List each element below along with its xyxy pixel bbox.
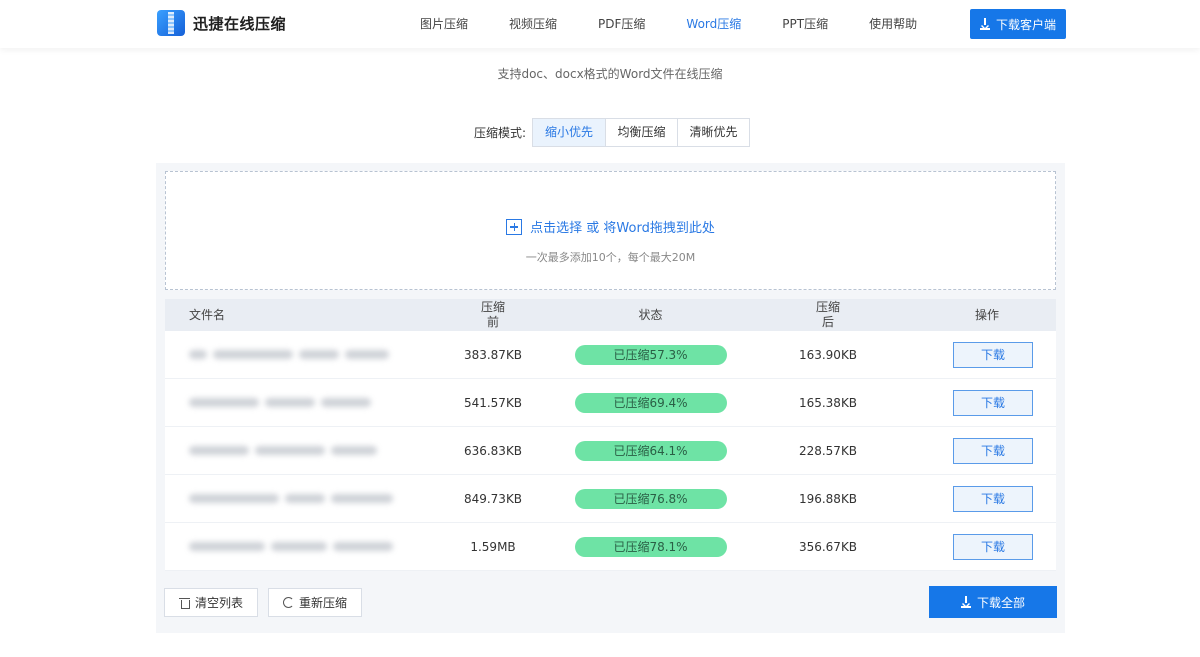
mode-smaller-first[interactable]: 缩小优先 <box>533 119 606 146</box>
size-after: 356.67KB <box>798 539 858 554</box>
nav-ppt-compress[interactable]: PPT压缩 <box>782 0 828 48</box>
list-actions: 清空列表 重新压缩 <box>164 588 363 617</box>
header-before-line2: 前 <box>486 315 499 329</box>
status-badge: 已压缩57.3% <box>574 344 727 365</box>
header-after-line1: 压缩 <box>815 300 840 314</box>
compress-panel: 点击选择 或 将Word拖拽到此处 一次最多添加10个，每个最大20M 文件名 … <box>156 163 1065 633</box>
table-row: 1.59MB 已压缩78.1% 356.67KB 下载 <box>165 523 1056 571</box>
status-badge: 已压缩64.1% <box>574 440 727 461</box>
action-cell: 下载 <box>918 341 1056 368</box>
file-dropzone[interactable]: 点击选择 或 将Word拖拽到此处 一次最多添加10个，每个最大20M <box>165 171 1056 290</box>
status-badge: 已压缩76.8% <box>574 488 727 509</box>
table-row: 636.83KB 已压缩64.1% 228.57KB 下载 <box>165 427 1056 475</box>
table-row: 383.87KB 已压缩57.3% 163.90KB 下载 <box>165 331 1056 379</box>
download-file-button[interactable]: 下载 <box>953 389 1033 416</box>
top-header: 迅捷在线压缩 图片压缩 视频压缩 PDF压缩 Word压缩 PPT压缩 使用帮助… <box>0 0 1200 48</box>
status-cell: 已压缩69.4% <box>563 392 738 413</box>
download-file-button[interactable]: 下载 <box>953 485 1033 512</box>
download-all-button[interactable]: 下载全部 <box>929 586 1057 618</box>
nav-image-compress[interactable]: 图片压缩 <box>420 0 468 48</box>
header-before-line1: 压缩 <box>480 300 505 314</box>
page-subtitle: 支持doc、docx格式的Word文件在线压缩 <box>497 67 723 81</box>
header-filename: 文件名 <box>189 307 226 322</box>
action-cell: 下载 <box>918 389 1056 416</box>
size-before: 1.59MB <box>470 539 516 554</box>
logo[interactable]: 迅捷在线压缩 <box>157 10 286 36</box>
header-after-line2: 后 <box>821 315 834 329</box>
mode-balanced[interactable]: 均衡压缩 <box>605 119 678 146</box>
dropzone-prompt[interactable]: 点击选择 或 将Word拖拽到此处 <box>166 217 1055 236</box>
filename-blurred <box>165 446 423 455</box>
mode-clarity-first[interactable]: 清晰优先 <box>677 119 750 146</box>
dropzone-main-text: 点击选择 或 将Word拖拽到此处 <box>530 221 715 236</box>
download-all-label: 下载全部 <box>976 595 1025 610</box>
filename-blurred <box>165 350 423 359</box>
status-badge: 已压缩78.1% <box>574 536 727 557</box>
size-after: 163.90KB <box>798 347 858 362</box>
header-action: 操作 <box>974 307 999 322</box>
nav-help[interactable]: 使用帮助 <box>869 0 917 48</box>
header-after: 压缩 后 <box>738 300 918 330</box>
download-file-button[interactable]: 下载 <box>953 533 1033 560</box>
status-badge: 已压缩69.4% <box>574 392 727 413</box>
action-cell: 下载 <box>918 485 1056 512</box>
nav-pdf-compress[interactable]: PDF压缩 <box>598 0 645 48</box>
size-before: 636.83KB <box>463 443 523 458</box>
download-client-label: 下载客户端 <box>995 17 1056 32</box>
download-client-button[interactable]: 下载客户端 <box>970 9 1066 39</box>
mode-options: 缩小优先 均衡压缩 清晰优先 <box>532 118 751 147</box>
clear-list-button[interactable]: 清空列表 <box>164 588 259 617</box>
status-cell: 已压缩64.1% <box>563 440 738 461</box>
filename-blurred <box>165 398 423 407</box>
header-status: 状态 <box>638 307 663 322</box>
refresh-icon <box>283 597 295 608</box>
table-header: 文件名 压缩 前 状态 压缩 后 操作 <box>165 299 1056 331</box>
nav-video-compress[interactable]: 视频压缩 <box>509 0 557 48</box>
recompress-button[interactable]: 重新压缩 <box>268 588 363 617</box>
zip-file-icon <box>157 10 185 36</box>
main-nav: 图片压缩 视频压缩 PDF压缩 Word压缩 PPT压缩 使用帮助 <box>420 0 958 48</box>
dropzone-hint: 一次最多添加10个，每个最大20M <box>525 251 696 264</box>
recompress-label: 重新压缩 <box>299 596 348 610</box>
size-after: 228.57KB <box>798 443 858 458</box>
add-file-icon <box>506 218 523 235</box>
table-row: 541.57KB 已压缩69.4% 165.38KB 下载 <box>165 379 1056 427</box>
table-row: 849.73KB 已压缩76.8% 196.88KB 下载 <box>165 475 1056 523</box>
nav-word-compress[interactable]: Word压缩 <box>686 0 741 48</box>
filename-blurred <box>165 494 423 503</box>
trash-icon <box>179 597 190 609</box>
download-file-button[interactable]: 下载 <box>953 341 1033 368</box>
size-after: 165.38KB <box>798 395 858 410</box>
action-cell: 下载 <box>918 437 1056 464</box>
filename-blurred <box>165 542 423 551</box>
status-cell: 已压缩76.8% <box>563 488 738 509</box>
action-cell: 下载 <box>918 533 1056 560</box>
size-before: 541.57KB <box>463 395 523 410</box>
clear-list-label: 清空列表 <box>195 596 244 610</box>
mode-label: 压缩模式: <box>474 126 527 140</box>
status-cell: 已压缩78.1% <box>563 536 738 557</box>
app-name: 迅捷在线压缩 <box>193 14 287 33</box>
size-after: 196.88KB <box>798 491 858 506</box>
download-file-button[interactable]: 下载 <box>953 437 1033 464</box>
download-icon <box>960 596 971 608</box>
download-icon <box>979 18 990 30</box>
header-before: 压缩 前 <box>423 300 563 330</box>
file-table: 文件名 压缩 前 状态 压缩 后 操作 383.87KB 已压缩57.3% 16… <box>165 299 1056 571</box>
status-cell: 已压缩57.3% <box>563 344 738 365</box>
compression-mode-selector: 压缩模式: 缩小优先 均衡压缩 清晰优先 <box>474 118 751 147</box>
size-before: 849.73KB <box>463 491 523 506</box>
size-before: 383.87KB <box>463 347 523 362</box>
